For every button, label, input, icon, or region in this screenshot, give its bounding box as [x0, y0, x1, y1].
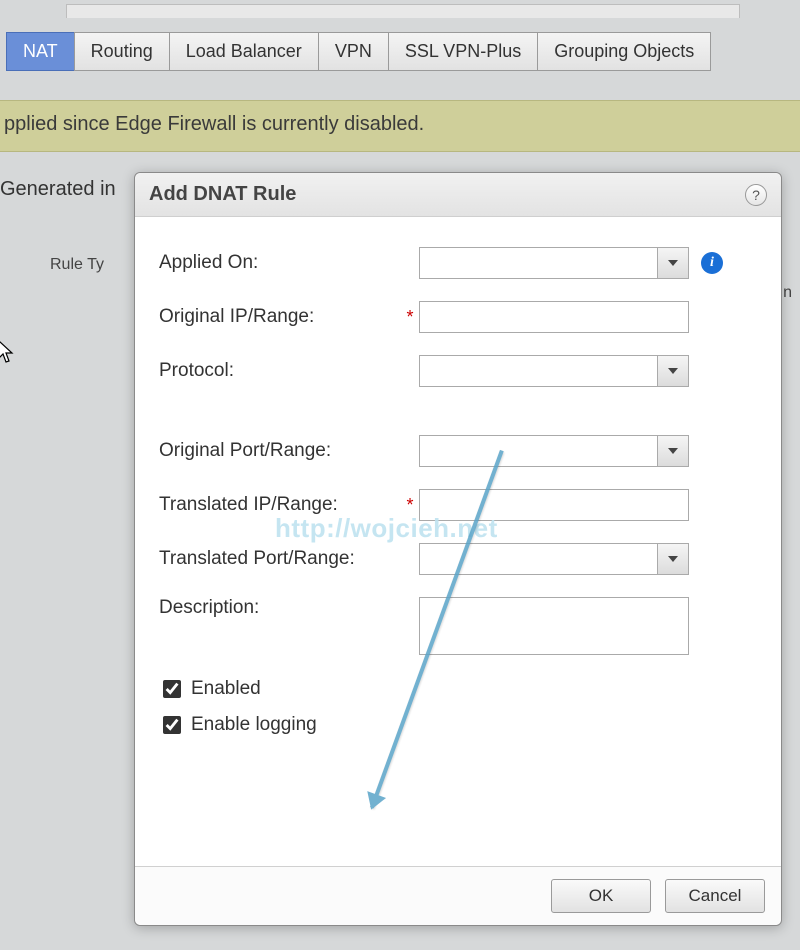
label-applied-on: Applied On: — [159, 252, 401, 274]
help-icon[interactable]: ? — [745, 184, 767, 206]
label-original-port: Original Port/Range: — [159, 440, 401, 462]
warning-banner: pplied since Edge Firewall is currently … — [0, 100, 800, 152]
chevron-down-icon[interactable] — [658, 248, 688, 278]
enabled-label: Enabled — [191, 678, 261, 700]
ok-button[interactable]: OK — [551, 879, 651, 913]
enabled-checkbox[interactable] — [163, 680, 181, 698]
original-ip-input[interactable] — [419, 301, 689, 333]
generated-label: Generated in — [0, 178, 116, 201]
tab-bar: NAT Routing Load Balancer VPN SSL VPN-Pl… — [6, 32, 710, 71]
required-marker: * — [401, 495, 419, 516]
label-translated-port: Translated Port/Range: — [159, 548, 401, 570]
column-right: n — [783, 284, 792, 302]
chevron-down-icon[interactable] — [658, 436, 688, 466]
add-dnat-rule-dialog: Add DNAT Rule ? http://wojcieh.net Appli… — [134, 172, 782, 926]
label-protocol: Protocol: — [159, 360, 401, 382]
dialog-title: Add DNAT Rule — [149, 183, 296, 206]
enable-logging-label: Enable logging — [191, 714, 317, 736]
required-marker: * — [401, 307, 419, 328]
tab-nat[interactable]: NAT — [6, 32, 75, 71]
label-translated-ip: Translated IP/Range: — [159, 494, 401, 516]
label-description: Description: — [159, 597, 401, 619]
dialog-form: http://wojcieh.net Applied On: i Origina… — [135, 217, 781, 866]
info-icon[interactable]: i — [701, 252, 723, 274]
original-port-value — [420, 436, 658, 466]
enable-logging-checkbox[interactable] — [163, 716, 181, 734]
label-original-ip: Original IP/Range: — [159, 306, 401, 328]
dialog-header: Add DNAT Rule ? — [135, 173, 781, 217]
tab-routing[interactable]: Routing — [74, 32, 170, 71]
description-input[interactable] — [419, 597, 689, 655]
tab-load-balancer[interactable]: Load Balancer — [169, 32, 319, 71]
panel-top-edge — [66, 4, 740, 18]
cancel-button[interactable]: Cancel — [665, 879, 765, 913]
tab-ssl-vpn-plus[interactable]: SSL VPN-Plus — [388, 32, 538, 71]
protocol-value — [420, 356, 658, 386]
original-port-select[interactable] — [419, 435, 689, 467]
translated-ip-input[interactable] — [419, 489, 689, 521]
applied-on-select[interactable] — [419, 247, 689, 279]
cursor-icon — [0, 340, 16, 370]
chevron-down-icon[interactable] — [658, 356, 688, 386]
dialog-footer: OK Cancel — [135, 866, 781, 925]
tab-vpn[interactable]: VPN — [318, 32, 389, 71]
chevron-down-icon[interactable] — [658, 544, 688, 574]
protocol-select[interactable] — [419, 355, 689, 387]
translated-port-select[interactable] — [419, 543, 689, 575]
translated-port-value — [420, 544, 658, 574]
column-rule-type: Rule Ty — [50, 256, 104, 274]
applied-on-value — [420, 248, 658, 278]
tab-grouping-objects[interactable]: Grouping Objects — [537, 32, 711, 71]
